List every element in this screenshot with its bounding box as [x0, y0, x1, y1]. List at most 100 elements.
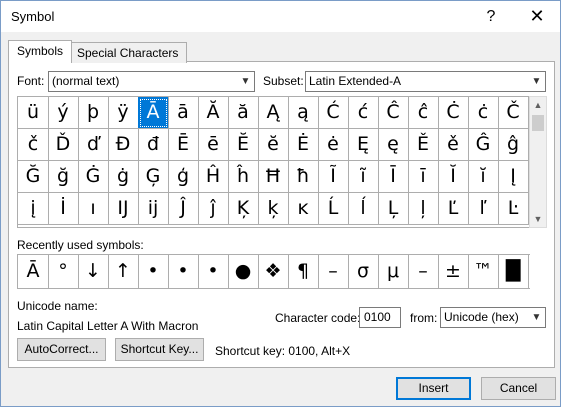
recent-symbol-cell[interactable]: °	[48, 255, 79, 288]
symbol-cell[interactable]: ā	[168, 97, 199, 129]
symbol-cell[interactable]: Ą	[258, 97, 289, 129]
symbol-cell[interactable]: ē	[198, 129, 229, 161]
symbol-cell[interactable]: ģ	[168, 161, 199, 193]
subset-dropdown[interactable]: Latin Extended-A ▼	[305, 71, 546, 92]
symbol-cell[interactable]: Ě	[408, 129, 439, 161]
symbol-cell[interactable]: Ğ	[18, 161, 49, 193]
recent-symbol-cell[interactable]: •	[138, 255, 169, 288]
symbol-cell[interactable]: ă	[228, 97, 259, 129]
recent-symbol-cell[interactable]: Ā	[18, 255, 49, 288]
symbol-cell[interactable]: Ċ	[438, 97, 469, 129]
symbol-cell[interactable]: Ŀ	[498, 193, 529, 225]
recent-symbol-cell[interactable]: μ	[378, 255, 409, 288]
symbol-cell[interactable]: ĳ	[138, 193, 169, 225]
symbol-cell[interactable]: ĭ	[468, 161, 499, 193]
symbol-cell[interactable]: ė	[318, 129, 349, 161]
chevron-down-icon[interactable]: ▼	[236, 72, 254, 91]
symbol-cell[interactable]: ę	[378, 129, 409, 161]
symbol-cell[interactable]: Ĳ	[108, 193, 139, 225]
grid-scrollbar[interactable]: ▲ ▼	[529, 96, 547, 228]
scroll-down-icon[interactable]: ▼	[530, 211, 546, 227]
symbol-cell[interactable]: İ	[48, 193, 79, 225]
chevron-down-icon[interactable]: ▼	[527, 72, 545, 91]
tab-symbols[interactable]: Symbols	[8, 40, 73, 63]
cancel-button[interactable]: Cancel	[481, 377, 556, 400]
symbol-cell[interactable]: ć	[348, 97, 379, 129]
symbol-cell[interactable]: Į	[498, 161, 529, 193]
symbol-cell[interactable]: Ĩ	[318, 161, 349, 193]
symbol-cell[interactable]: Ā	[138, 97, 169, 129]
symbol-cell[interactable]: ý	[48, 97, 79, 129]
autocorrect-button[interactable]: AutoCorrect...	[17, 338, 106, 361]
symbol-cell[interactable]: ļ	[408, 193, 439, 225]
chevron-down-icon[interactable]: ▼	[527, 308, 545, 327]
symbol-cell[interactable]: Ľ	[438, 193, 469, 225]
symbol-cell[interactable]: Ļ	[378, 193, 409, 225]
symbol-cell[interactable]: ĵ	[198, 193, 229, 225]
symbol-cell[interactable]: ħ	[288, 161, 319, 193]
symbol-cell[interactable]: đ	[138, 129, 169, 161]
recent-symbol-cell[interactable]: –	[408, 255, 439, 288]
symbol-cell[interactable]: Ĕ	[228, 129, 259, 161]
help-icon[interactable]: ?	[468, 1, 514, 32]
symbol-cell[interactable]: ġ	[108, 161, 139, 193]
symbol-cell[interactable]: Ė	[288, 129, 319, 161]
symbol-cell[interactable]: ą	[288, 97, 319, 129]
font-dropdown[interactable]: (normal text) ▼	[48, 71, 255, 92]
symbol-cell[interactable]: ķ	[258, 193, 289, 225]
symbol-cell[interactable]: ď	[78, 129, 109, 161]
recent-symbol-cell[interactable]: ¶	[288, 255, 319, 288]
recent-symbol-cell[interactable]: –	[318, 255, 349, 288]
symbol-cell[interactable]: ĥ	[228, 161, 259, 193]
insert-button[interactable]: Insert	[396, 377, 471, 400]
character-code-input[interactable]: 0100	[359, 307, 401, 328]
recent-symbol-cell[interactable]: ❖	[258, 255, 289, 288]
symbol-cell[interactable]: Ć	[318, 97, 349, 129]
symbol-cell[interactable]: ğ	[48, 161, 79, 193]
recent-symbol-cell[interactable]: ™	[468, 255, 499, 288]
symbol-cell[interactable]: Ĺ	[318, 193, 349, 225]
recent-symbol-cell[interactable]: ↑	[108, 255, 139, 288]
symbol-cell[interactable]: č	[18, 129, 49, 161]
symbol-cell[interactable]: ü	[18, 97, 49, 129]
symbol-cell[interactable]: Ħ	[258, 161, 289, 193]
recent-symbol-cell[interactable]: ↓	[78, 255, 109, 288]
symbol-cell[interactable]: ĸ	[288, 193, 319, 225]
symbol-cell[interactable]: Đ	[108, 129, 139, 161]
symbol-cell[interactable]: ĺ	[348, 193, 379, 225]
symbol-cell[interactable]: Ĵ	[168, 193, 199, 225]
symbol-cell[interactable]: ě	[438, 129, 469, 161]
recent-symbol-cell[interactable]: •	[168, 255, 199, 288]
scroll-up-icon[interactable]: ▲	[530, 97, 546, 113]
symbol-cell[interactable]: ĕ	[258, 129, 289, 161]
symbol-cell[interactable]: ĉ	[408, 97, 439, 129]
recent-symbol-cell[interactable]: •	[198, 255, 229, 288]
shortcut-key-button[interactable]: Shortcut Key...	[115, 338, 204, 361]
symbol-cell[interactable]: ĩ	[348, 161, 379, 193]
symbol-cell[interactable]: þ	[78, 97, 109, 129]
symbol-cell[interactable]: Ď	[48, 129, 79, 161]
symbol-cell[interactable]: ċ	[468, 97, 499, 129]
symbol-cell[interactable]: ÿ	[108, 97, 139, 129]
from-dropdown[interactable]: Unicode (hex) ▼	[440, 307, 546, 328]
symbol-cell[interactable]: Ă	[198, 97, 229, 129]
symbol-cell[interactable]: Ĥ	[198, 161, 229, 193]
symbol-cell[interactable]: Ī	[378, 161, 409, 193]
symbol-cell[interactable]: Ę	[348, 129, 379, 161]
symbol-cell[interactable]: Č	[498, 97, 529, 129]
recent-symbol-cell[interactable]: σ	[348, 255, 379, 288]
symbol-cell[interactable]: Ĭ	[438, 161, 469, 193]
symbol-cell[interactable]: ī	[408, 161, 439, 193]
scroll-thumb[interactable]	[532, 115, 544, 131]
recent-symbol-cell[interactable]: █	[498, 255, 529, 288]
symbol-cell[interactable]: ı	[78, 193, 109, 225]
tab-special-characters[interactable]: Special Characters	[68, 42, 188, 63]
symbol-cell[interactable]: Ĝ	[468, 129, 499, 161]
recent-symbol-cell[interactable]: ±	[438, 255, 469, 288]
symbol-cell[interactable]: Ķ	[228, 193, 259, 225]
symbol-cell[interactable]: Ē	[168, 129, 199, 161]
symbol-cell[interactable]: ĝ	[498, 129, 529, 161]
recent-symbol-cell[interactable]: ●	[228, 255, 259, 288]
symbol-cell[interactable]: Ĉ	[378, 97, 409, 129]
symbol-cell[interactable]: Ġ	[78, 161, 109, 193]
